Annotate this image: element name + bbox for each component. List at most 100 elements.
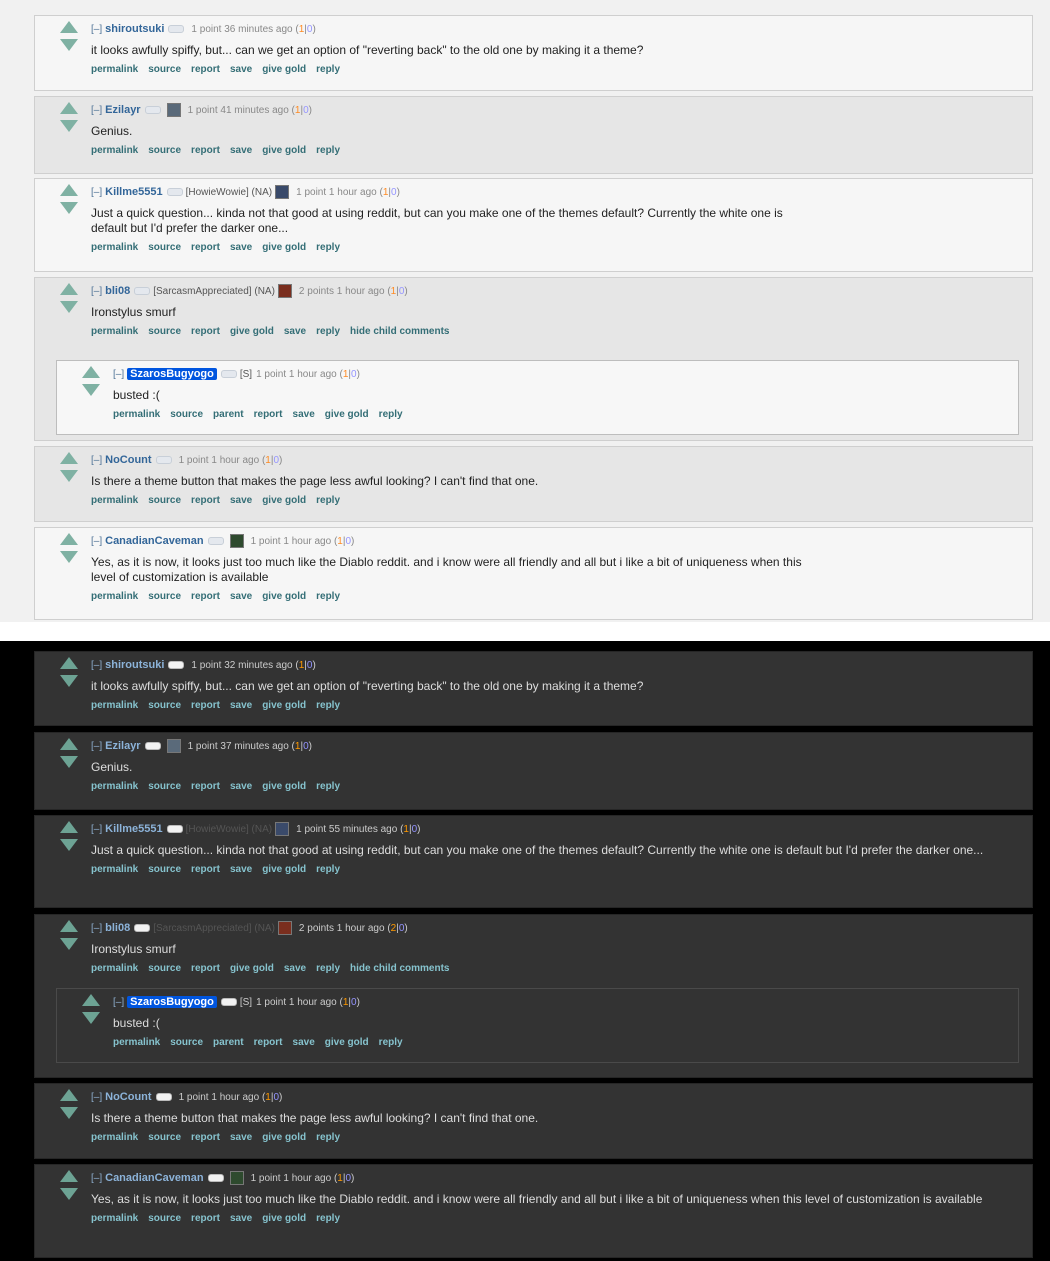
permalink-link[interactable]: permalink xyxy=(113,409,160,420)
source-link[interactable]: source xyxy=(148,963,181,974)
upvote-arrow-icon[interactable] xyxy=(60,533,78,545)
permalink-link[interactable]: permalink xyxy=(91,591,138,602)
report-link[interactable]: report xyxy=(191,1132,220,1143)
permalink-link[interactable]: permalink xyxy=(91,864,138,875)
permalink-link[interactable]: permalink xyxy=(91,1213,138,1224)
collapse-toggle[interactable]: [–] xyxy=(91,536,102,547)
comment-author[interactable]: shiroutsuki xyxy=(105,659,164,671)
downvote-arrow-icon[interactable] xyxy=(60,470,78,482)
collapse-toggle[interactable]: [–] xyxy=(91,24,102,35)
downvote-arrow-icon[interactable] xyxy=(60,1188,78,1200)
give-gold-link[interactable]: give gold xyxy=(262,1132,306,1143)
give-gold-link[interactable]: give gold xyxy=(262,591,306,602)
permalink-link[interactable]: permalink xyxy=(91,145,138,156)
save-link[interactable]: save xyxy=(230,864,252,875)
source-link[interactable]: source xyxy=(170,409,203,420)
collapse-toggle[interactable]: [–] xyxy=(91,1173,102,1184)
permalink-link[interactable]: permalink xyxy=(91,326,138,337)
give-gold-link[interactable]: give gold xyxy=(325,409,369,420)
give-gold-link[interactable]: give gold xyxy=(262,242,306,253)
hide-child-comments-link[interactable]: hide child comments xyxy=(350,963,449,974)
reply-link[interactable]: reply xyxy=(379,409,403,420)
comment-author[interactable]: Ezilayr xyxy=(105,104,140,116)
report-link[interactable]: report xyxy=(191,1213,220,1224)
report-link[interactable]: report xyxy=(191,326,220,337)
comment-author[interactable]: CanadianCaveman xyxy=(105,535,203,547)
give-gold-link[interactable]: give gold xyxy=(262,864,306,875)
downvote-arrow-icon[interactable] xyxy=(60,1107,78,1119)
parent-link[interactable]: parent xyxy=(213,1037,244,1048)
upvote-arrow-icon[interactable] xyxy=(60,738,78,750)
collapse-toggle[interactable]: [–] xyxy=(91,286,102,297)
reply-link[interactable]: reply xyxy=(316,963,340,974)
give-gold-link[interactable]: give gold xyxy=(262,1213,306,1224)
upvote-arrow-icon[interactable] xyxy=(60,920,78,932)
upvote-arrow-icon[interactable] xyxy=(60,1089,78,1101)
give-gold-link[interactable]: give gold xyxy=(262,700,306,711)
report-link[interactable]: report xyxy=(191,64,220,75)
save-link[interactable]: save xyxy=(230,64,252,75)
give-gold-link[interactable]: give gold xyxy=(262,145,306,156)
upvote-arrow-icon[interactable] xyxy=(82,366,100,378)
reply-link[interactable]: reply xyxy=(316,326,340,337)
collapse-toggle[interactable]: [–] xyxy=(91,105,102,116)
report-link[interactable]: report xyxy=(191,145,220,156)
permalink-link[interactable]: permalink xyxy=(91,781,138,792)
collapse-toggle[interactable]: [–] xyxy=(91,923,102,934)
collapse-toggle[interactable]: [–] xyxy=(91,1092,102,1103)
reply-link[interactable]: reply xyxy=(379,1037,403,1048)
collapse-toggle[interactable]: [–] xyxy=(113,997,124,1008)
downvote-arrow-icon[interactable] xyxy=(60,202,78,214)
source-link[interactable]: source xyxy=(148,1132,181,1143)
upvote-arrow-icon[interactable] xyxy=(60,1170,78,1182)
report-link[interactable]: report xyxy=(254,409,283,420)
source-link[interactable]: source xyxy=(148,591,181,602)
permalink-link[interactable]: permalink xyxy=(91,495,138,506)
give-gold-link[interactable]: give gold xyxy=(262,781,306,792)
report-link[interactable]: report xyxy=(191,781,220,792)
collapse-toggle[interactable]: [–] xyxy=(91,741,102,752)
comment-author[interactable]: SzarosBugyogo xyxy=(127,996,217,1008)
upvote-arrow-icon[interactable] xyxy=(60,21,78,33)
permalink-link[interactable]: permalink xyxy=(91,700,138,711)
downvote-arrow-icon[interactable] xyxy=(60,839,78,851)
report-link[interactable]: report xyxy=(191,700,220,711)
source-link[interactable]: source xyxy=(148,145,181,156)
source-link[interactable]: source xyxy=(148,242,181,253)
report-link[interactable]: report xyxy=(191,591,220,602)
collapse-toggle[interactable]: [–] xyxy=(91,660,102,671)
downvote-arrow-icon[interactable] xyxy=(60,301,78,313)
reply-link[interactable]: reply xyxy=(316,864,340,875)
permalink-link[interactable]: permalink xyxy=(91,963,138,974)
reply-link[interactable]: reply xyxy=(316,591,340,602)
source-link[interactable]: source xyxy=(170,1037,203,1048)
give-gold-link[interactable]: give gold xyxy=(230,326,274,337)
permalink-link[interactable]: permalink xyxy=(91,242,138,253)
upvote-arrow-icon[interactable] xyxy=(82,994,100,1006)
collapse-toggle[interactable]: [–] xyxy=(113,369,124,380)
comment-author[interactable]: bli08 xyxy=(105,922,130,934)
report-link[interactable]: report xyxy=(191,242,220,253)
report-link[interactable]: report xyxy=(254,1037,283,1048)
reply-link[interactable]: reply xyxy=(316,495,340,506)
source-link[interactable]: source xyxy=(148,495,181,506)
reply-link[interactable]: reply xyxy=(316,1132,340,1143)
upvote-arrow-icon[interactable] xyxy=(60,821,78,833)
give-gold-link[interactable]: give gold xyxy=(325,1037,369,1048)
source-link[interactable]: source xyxy=(148,700,181,711)
permalink-link[interactable]: permalink xyxy=(91,1132,138,1143)
source-link[interactable]: source xyxy=(148,1213,181,1224)
source-link[interactable]: source xyxy=(148,326,181,337)
permalink-link[interactable]: permalink xyxy=(91,64,138,75)
downvote-arrow-icon[interactable] xyxy=(60,756,78,768)
comment-author[interactable]: shiroutsuki xyxy=(105,23,164,35)
downvote-arrow-icon[interactable] xyxy=(60,938,78,950)
downvote-arrow-icon[interactable] xyxy=(60,675,78,687)
collapse-toggle[interactable]: [–] xyxy=(91,187,102,198)
comment-author[interactable]: Ezilayr xyxy=(105,740,140,752)
reply-link[interactable]: reply xyxy=(316,64,340,75)
downvote-arrow-icon[interactable] xyxy=(60,120,78,132)
save-link[interactable]: save xyxy=(230,781,252,792)
source-link[interactable]: source xyxy=(148,64,181,75)
comment-author[interactable]: NoCount xyxy=(105,1091,151,1103)
